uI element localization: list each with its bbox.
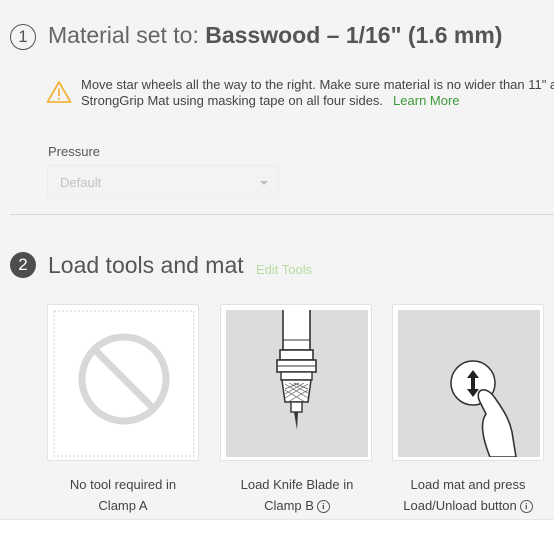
load-mat-caption: Load mat and press Load/Unload button i	[388, 474, 548, 516]
caption-line: Load mat and press	[410, 477, 526, 492]
clamp-a-card	[47, 304, 199, 461]
no-tool-icon	[53, 310, 195, 457]
section-divider	[10, 214, 554, 215]
clamp-b-caption: Load Knife Blade in Clamp Bi	[217, 474, 377, 516]
caption-line: Load Knife Blade in	[240, 477, 354, 492]
bottom-bar	[0, 519, 554, 555]
caption-line: No tool required in	[69, 477, 177, 492]
knife-blade-icon	[226, 310, 368, 457]
warning-message: Move star wheels all the way to the righ…	[81, 77, 554, 109]
warning-line-1: Move star wheels all the way to the righ…	[81, 77, 554, 92]
step-1-badge: 1	[10, 24, 36, 50]
step-2-number: 2	[18, 255, 28, 274]
caption-line: Load/Unload button	[403, 498, 517, 513]
info-icon[interactable]: i	[316, 500, 330, 514]
warning-line-2: StrongGrip Mat using masking tape on all…	[81, 93, 384, 108]
load-tools-heading: Load tools and mat	[48, 252, 244, 278]
clamp-a-caption: No tool required in Clamp A	[43, 474, 203, 516]
load-mat-card	[392, 304, 544, 461]
pressure-select[interactable]: Default	[47, 165, 279, 199]
chevron-down-icon	[260, 181, 268, 185]
material-heading: Material set to: Basswood – 1/16" (1.6 m…	[48, 22, 502, 49]
material-heading-prefix: Material set to:	[48, 22, 206, 48]
step-1-number: 1	[18, 27, 28, 46]
pressure-select-value: Default	[60, 175, 102, 190]
learn-more-link[interactable]: Learn More	[393, 93, 459, 108]
material-name: Basswood – 1/16" (1.6 mm)	[205, 22, 503, 48]
clamp-b-card	[220, 304, 372, 461]
caption-line: Clamp A	[98, 498, 148, 513]
warning-icon	[46, 81, 72, 103]
info-icon[interactable]: i	[519, 500, 533, 514]
edit-tools-link[interactable]: Edit Tools	[256, 262, 312, 277]
caption-line: Clamp B	[264, 498, 314, 513]
step-2-badge: 2	[10, 252, 36, 278]
load-unload-button-icon	[398, 310, 540, 457]
pressure-label: Pressure	[48, 144, 101, 159]
